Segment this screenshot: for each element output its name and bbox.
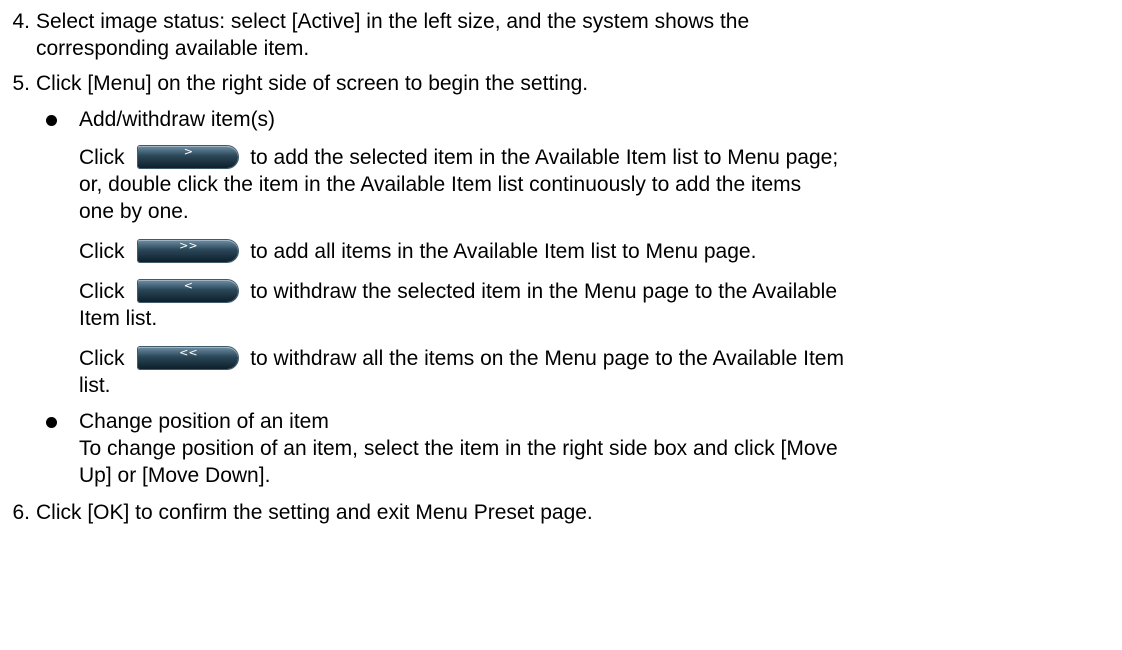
paragraph-text: to add the selected item in the Availabl…	[250, 146, 839, 169]
paragraph-line: To change position of an item, select th…	[79, 437, 838, 460]
withdraw-all-button[interactable]: <<	[138, 346, 239, 369]
button-glyph: <<	[179, 346, 198, 359]
add-selected-button[interactable]: >	[138, 145, 239, 168]
step-5: 5. Click [Menu] on the right side of scr…	[0, 70, 1122, 97]
paragraph-text: to withdraw the selected item in the Men…	[250, 280, 837, 303]
step-text-line: Click [Menu] on the right side of screen…	[36, 72, 589, 95]
paragraph-change-position: To change position of an item, select th…	[0, 435, 1122, 489]
paragraph-add-one: Click > to add the selected item in the …	[0, 144, 1122, 225]
paragraph-line: Item list.	[79, 307, 158, 330]
button-glyph: >>	[179, 239, 198, 252]
button-glyph: >	[183, 145, 193, 158]
paragraph-remove-one: Click < to withdraw the selected item in…	[0, 278, 1122, 332]
bullet-add-withdraw: Add/withdraw item(s)	[0, 106, 1122, 133]
paragraph-remove-all: Click << to withdraw all the items on th…	[0, 345, 1122, 399]
step-6: 6. Click [OK] to confirm the setting and…	[0, 499, 1122, 526]
withdraw-selected-button[interactable]: <	[138, 279, 239, 302]
click-word: Click	[79, 146, 125, 169]
paragraph-line: Click < to withdraw the selected item in…	[79, 278, 1102, 305]
click-word: Click	[79, 280, 125, 303]
document-page: 4. Select image status: select [Active] …	[0, 0, 1122, 650]
step-text-line: Click [OK] to confirm the setting and ex…	[36, 501, 593, 524]
bullet-heading: Change position of an item	[79, 410, 329, 433]
step-number: 4.	[12, 10, 30, 33]
bullet-dot-icon	[46, 115, 57, 126]
step-number: 5.	[12, 72, 30, 95]
step-text-line: corresponding available item.	[36, 37, 310, 60]
step-4: 4. Select image status: select [Active] …	[0, 8, 1122, 62]
paragraph-line: Up] or [Move Down].	[79, 464, 271, 487]
bullet-dot-icon	[46, 417, 57, 428]
paragraph-line: list.	[79, 374, 111, 397]
paragraph-text: to withdraw all the items on the Menu pa…	[250, 347, 844, 370]
paragraph-add-all: Click >> to add all items in the Availab…	[0, 238, 1122, 265]
paragraph-line: Click >> to add all items in the Availab…	[79, 238, 1102, 265]
step-text-line: Select image status: select [Active] in …	[36, 10, 750, 33]
paragraph-line: one by one.	[79, 200, 189, 223]
step-number: 6.	[12, 501, 30, 524]
bullet-change-position: Change position of an item	[0, 408, 1122, 435]
paragraph-line: Click > to add the selected item in the …	[79, 144, 1102, 171]
click-word: Click	[79, 347, 125, 370]
paragraph-text: to add all items in the Available Item l…	[250, 240, 757, 263]
click-word: Click	[79, 240, 125, 263]
paragraph-line: Click << to withdraw all the items on th…	[79, 345, 1102, 372]
paragraph-line: or, double click the item in the Availab…	[79, 173, 802, 196]
button-glyph: <	[183, 279, 193, 292]
add-all-button[interactable]: >>	[138, 239, 239, 262]
bullet-heading: Add/withdraw item(s)	[79, 108, 276, 131]
